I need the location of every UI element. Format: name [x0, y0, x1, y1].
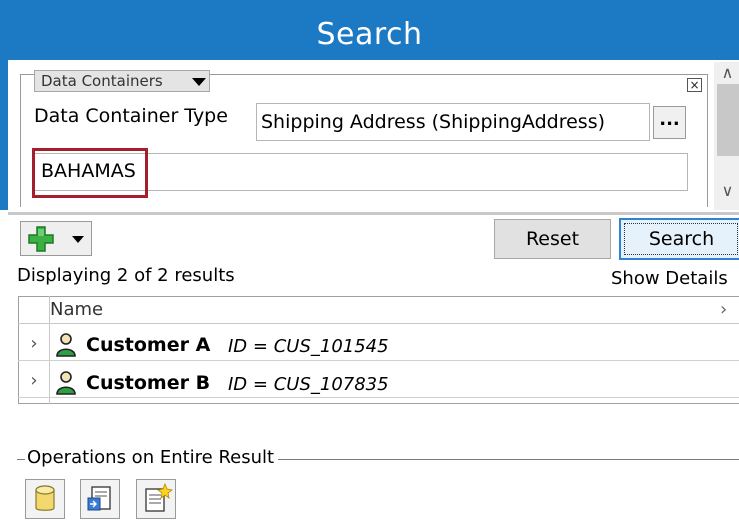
window-edge [0, 60, 8, 210]
close-icon[interactable]: × [687, 78, 702, 92]
customer-name: Customer B [86, 372, 211, 394]
customer-id: ID = CUS_101545 [228, 336, 389, 357]
panel-splitter[interactable] [8, 212, 739, 215]
expand-row-icon[interactable]: › [18, 370, 50, 391]
green-plus-icon [28, 226, 54, 252]
reset-button[interactable]: Reset [494, 219, 611, 259]
scrollbar-thumb[interactable] [717, 84, 739, 156]
highlight-box [32, 148, 148, 198]
chevron-right-icon[interactable]: › [720, 299, 727, 320]
customer-person-icon [56, 333, 76, 357]
data-containers-label: Data Containers [41, 72, 163, 90]
scroll-down-icon[interactable]: ∨ [716, 180, 739, 202]
browse-button[interactable]: ... [653, 106, 686, 139]
customer-name: Customer A [86, 334, 211, 356]
expand-row-icon[interactable]: › [18, 333, 50, 354]
scroll-up-icon[interactable]: ∧ [716, 62, 739, 84]
chevron-down-icon[interactable] [72, 236, 84, 243]
export-button[interactable] [80, 479, 120, 519]
focus-outline [624, 223, 738, 255]
database-icon [35, 485, 55, 511]
column-header-name[interactable]: Name [50, 299, 103, 320]
results-count: Displaying 2 of 2 results [17, 265, 235, 286]
database-button[interactable] [25, 479, 65, 519]
operations-label: Operations on Entire Result [25, 447, 279, 468]
export-document-icon [87, 486, 111, 511]
data-containers-dropdown[interactable]: Data Containers [34, 70, 210, 92]
show-details-link[interactable]: Show Details [611, 268, 728, 289]
new-document-button[interactable] [136, 479, 176, 519]
new-document-icon [145, 482, 173, 512]
window-title: Search [316, 17, 423, 52]
chevron-down-icon [192, 78, 206, 86]
customer-id: ID = CUS_107835 [228, 374, 389, 395]
table-header [18, 296, 739, 324]
data-container-type-label: Data Container Type [34, 105, 228, 127]
customer-person-icon [56, 371, 76, 395]
data-container-type-field[interactable]: Shipping Address (ShippingAddress) [256, 103, 650, 141]
